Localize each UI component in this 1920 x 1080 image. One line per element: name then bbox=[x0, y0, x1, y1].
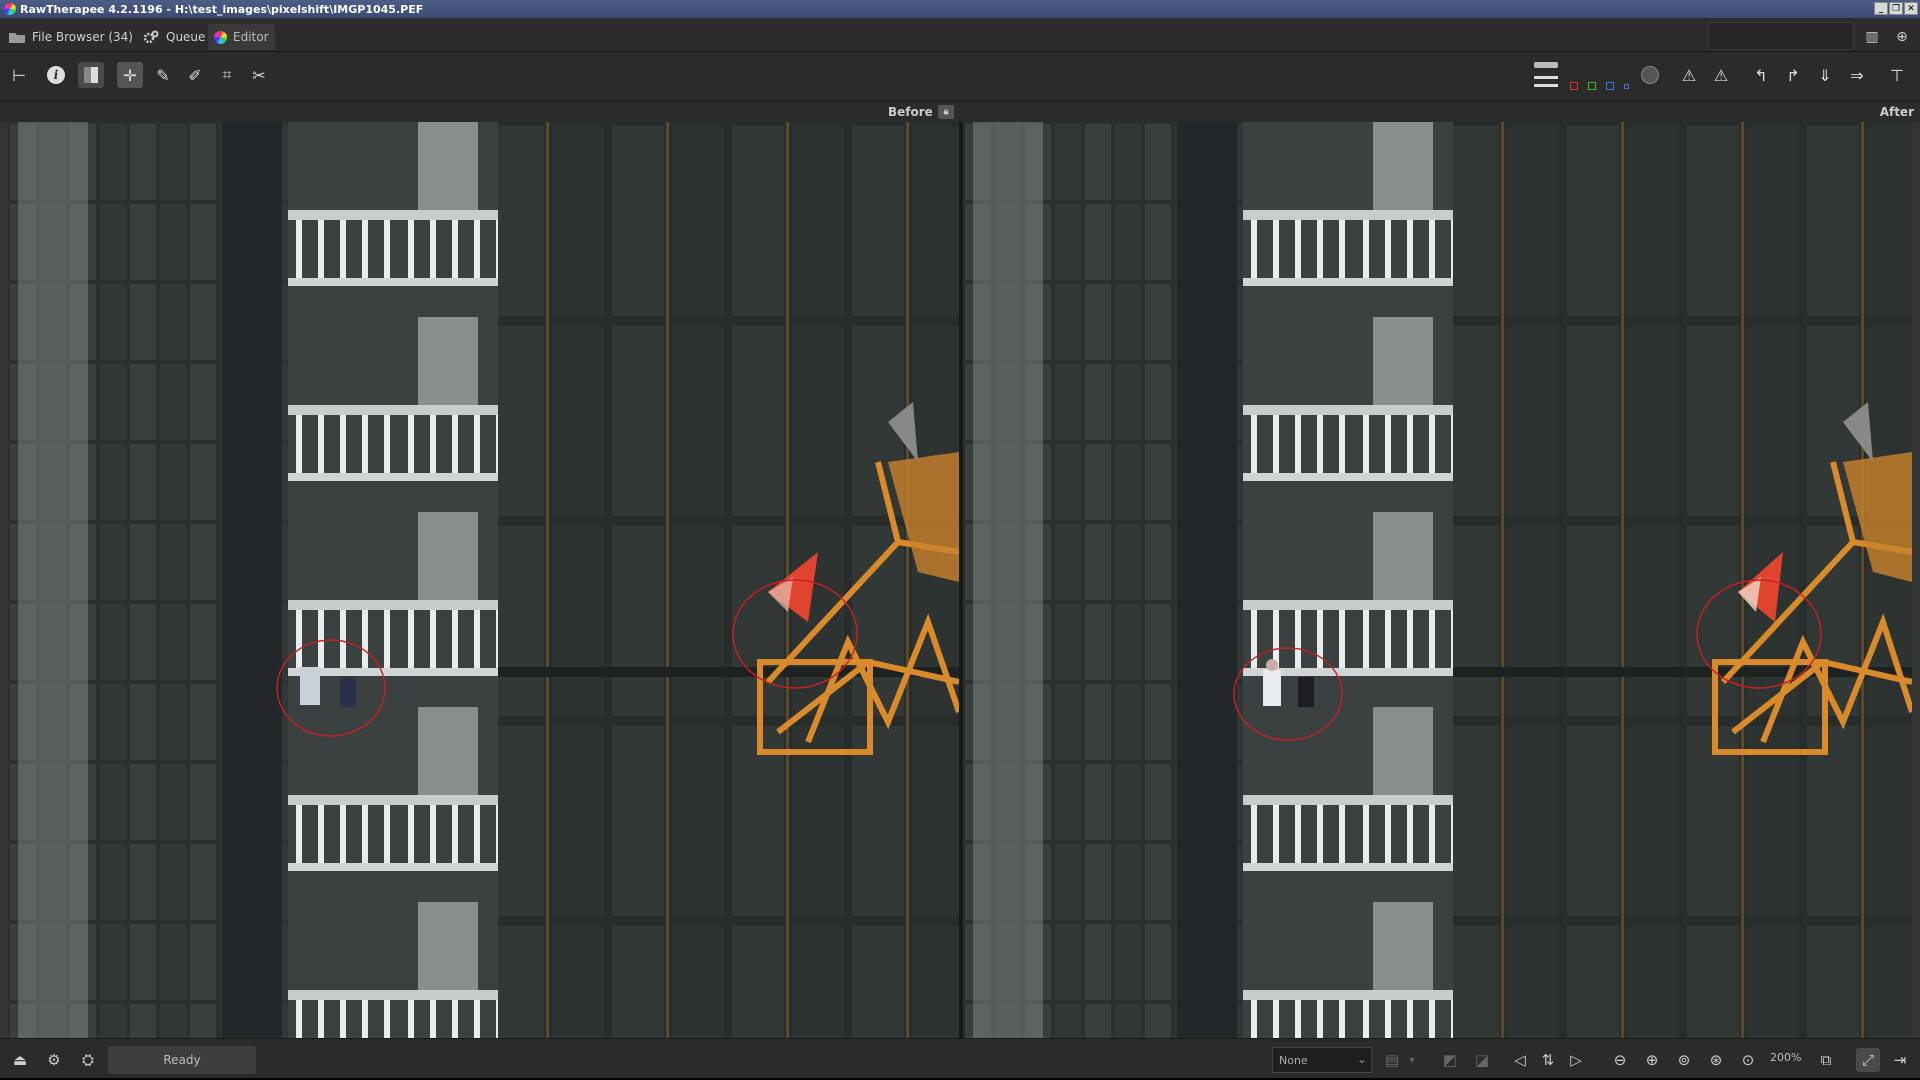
external-editor-icon[interactable]: ⛭ bbox=[76, 1048, 100, 1072]
output-profile-value: None bbox=[1279, 1053, 1308, 1067]
preview-blue-channel-icon[interactable] bbox=[1606, 82, 1614, 90]
after-pane[interactable] bbox=[963, 122, 1912, 1038]
window-title: RawTherapee 4.2.1196 - H:\test_images\pi… bbox=[20, 2, 424, 16]
zoom-in-icon[interactable]: ⊕ bbox=[1640, 1048, 1664, 1072]
tab-file-browser-label: File Browser (34) bbox=[32, 30, 133, 44]
info-icon[interactable]: i bbox=[43, 62, 69, 88]
history-panel-icon[interactable]: ⏏ bbox=[8, 1048, 32, 1072]
close-button[interactable]: ✕ bbox=[1904, 2, 1918, 15]
focus-mask-icon[interactable] bbox=[1637, 62, 1663, 88]
intent-chevron-icon[interactable]: ▾ bbox=[1400, 1048, 1424, 1072]
window-titlebar: RawTherapee 4.2.1196 - H:\test_images\pi… bbox=[0, 0, 1920, 18]
editor-toolbar: ⊢ i ✛ ✎ ✐ ⌗ ✂ ⚠ ⚠ ↰ ↱ ⇓ ⇒ ⊤ bbox=[0, 52, 1920, 102]
fullscreen-icon[interactable]: ⤢ bbox=[1856, 1048, 1880, 1072]
minimize-button[interactable]: _ bbox=[1874, 2, 1888, 15]
zoom-fit-crop-icon[interactable]: ⊛ bbox=[1704, 1048, 1728, 1072]
tab-file-browser[interactable]: File Browser (34) bbox=[2, 24, 139, 50]
rotate-right-icon[interactable]: ↱ bbox=[1780, 62, 1806, 88]
preview-red-channel-icon[interactable] bbox=[1570, 82, 1578, 90]
panels-layout-icon[interactable]: ▥ bbox=[1860, 26, 1884, 48]
bpc-icon[interactable]: ◩ bbox=[1438, 1048, 1462, 1072]
hide-left-panel-icon[interactable]: ⊢ bbox=[6, 62, 32, 88]
editor-bottom-bar: ⏏ ⚙ ⛭ Ready None ⌄ ▤ ▾ ◩ ◪ ◁ ⇅ ▷ ⊖ ⊕ ⊚ ⊛… bbox=[0, 1038, 1920, 1080]
rotate-left-icon[interactable]: ↰ bbox=[1748, 62, 1774, 88]
zoom-fit-icon[interactable]: ⊚ bbox=[1672, 1048, 1696, 1072]
before-label: Before bbox=[888, 105, 933, 119]
color-wheel-icon bbox=[214, 30, 227, 44]
new-detail-window-icon[interactable]: ⧉ bbox=[1814, 1048, 1838, 1072]
before-pane[interactable] bbox=[8, 122, 959, 1038]
zoom-out-icon[interactable]: ⊖ bbox=[1608, 1048, 1632, 1072]
tab-queue-label: Queue bbox=[166, 30, 206, 44]
previous-image-icon[interactable]: ◁ bbox=[1508, 1048, 1532, 1072]
highlight-clipping-icon[interactable]: ⚠ bbox=[1708, 62, 1734, 88]
spot-removal-icon[interactable]: ✂ bbox=[246, 62, 272, 88]
gears-icon bbox=[143, 30, 159, 44]
zoom-level: 200% bbox=[1770, 1051, 1802, 1064]
crop-tool-icon[interactable]: ⌗ bbox=[214, 62, 240, 88]
hand-tool-icon[interactable]: ✛ bbox=[117, 62, 143, 88]
status-indicator: Ready bbox=[108, 1046, 256, 1074]
hide-bottom-panel-icon[interactable]: ⇥ bbox=[1888, 1048, 1912, 1072]
lock-icon[interactable]: 🔒︎ bbox=[938, 105, 954, 119]
image-view-area[interactable] bbox=[8, 122, 1912, 1038]
preview-mode-icon[interactable] bbox=[1532, 60, 1560, 94]
preview-luminance-icon[interactable] bbox=[1624, 84, 1629, 89]
settings-gear-icon[interactable]: ⚙ bbox=[42, 1048, 66, 1072]
before-image bbox=[8, 122, 959, 1038]
tab-editor-label: Editor bbox=[233, 30, 269, 44]
flip-horizontal-icon[interactable]: ⇒ bbox=[1844, 62, 1870, 88]
compare-labels: Before 🔒︎ After bbox=[0, 102, 1920, 122]
before-after-icon[interactable] bbox=[78, 62, 104, 88]
shadow-clipping-icon[interactable]: ⚠ bbox=[1676, 62, 1702, 88]
next-image-icon[interactable]: ▷ bbox=[1564, 1048, 1588, 1072]
tab-editor[interactable]: Editor bbox=[208, 24, 275, 50]
hide-right-panel-icon[interactable]: ⊤ bbox=[1884, 62, 1910, 88]
preferences-icon[interactable]: ⊕ bbox=[1890, 26, 1914, 48]
folder-icon bbox=[9, 33, 25, 43]
output-profile-select[interactable]: None ⌄ bbox=[1272, 1047, 1372, 1073]
chevron-down-icon: ⌄ bbox=[1356, 1052, 1367, 1066]
sync-filmstrip-icon[interactable]: ⇅ bbox=[1536, 1048, 1560, 1072]
white-balance-picker-icon[interactable]: ✎ bbox=[150, 62, 176, 88]
flip-vertical-icon[interactable]: ⇓ bbox=[1812, 62, 1838, 88]
preview-green-channel-icon[interactable] bbox=[1588, 82, 1596, 90]
after-label: After bbox=[1879, 105, 1914, 119]
tab-bar-spacer bbox=[1708, 22, 1854, 50]
after-image bbox=[963, 122, 1912, 1038]
straighten-tool-icon[interactable]: ✐ bbox=[182, 62, 208, 88]
tab-bar: File Browser (34) Queue Editor ▥ ⊕ bbox=[0, 18, 1920, 52]
restore-button[interactable]: ❐ bbox=[1889, 2, 1903, 15]
zoom-100-icon[interactable]: ⊙ bbox=[1736, 1048, 1760, 1072]
gamut-check-icon[interactable]: ◪ bbox=[1470, 1048, 1494, 1072]
app-icon bbox=[4, 3, 16, 15]
tab-queue[interactable]: Queue bbox=[136, 24, 211, 50]
